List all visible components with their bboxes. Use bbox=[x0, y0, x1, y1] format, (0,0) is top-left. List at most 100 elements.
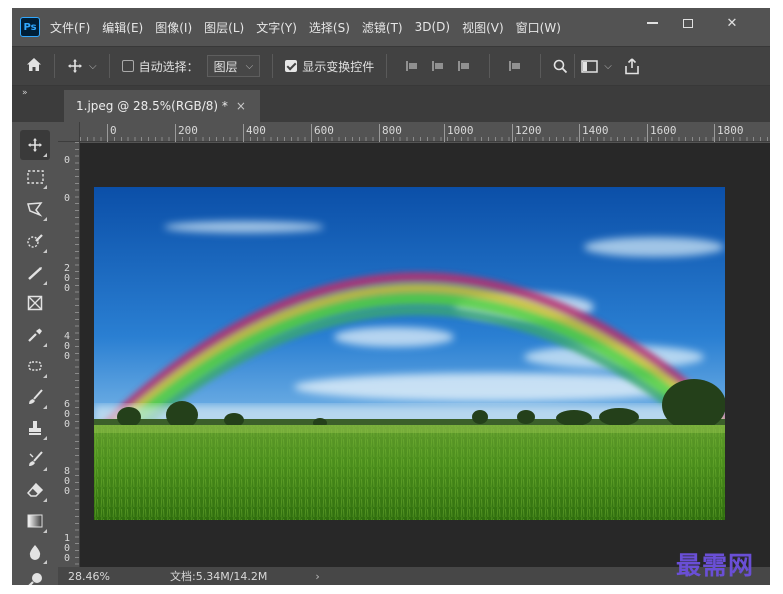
canvas-area[interactable] bbox=[80, 143, 770, 567]
tool-group-indicator bbox=[43, 153, 47, 157]
menu-view[interactable]: 视图(V) bbox=[462, 19, 504, 36]
move-tool[interactable] bbox=[20, 130, 50, 160]
tool-group-indicator bbox=[43, 374, 47, 378]
menu-window[interactable]: 窗口(W) bbox=[516, 19, 561, 36]
ruler-label: 4 0 0 bbox=[64, 331, 71, 362]
frame-tool[interactable] bbox=[20, 288, 50, 318]
history-brush-icon bbox=[28, 451, 43, 466]
menu-3d[interactable]: 3D(D) bbox=[415, 20, 450, 34]
share-icon[interactable] bbox=[624, 57, 640, 75]
lasso-icon bbox=[27, 202, 43, 217]
marquee-icon bbox=[26, 170, 44, 184]
search-icon[interactable] bbox=[553, 59, 568, 74]
separator bbox=[540, 54, 542, 78]
ruler-label: 200 bbox=[175, 124, 198, 142]
ruler-label: 1200 bbox=[512, 124, 542, 142]
ruler-label: 0 bbox=[107, 124, 117, 142]
menu-edit[interactable]: 编辑(E) bbox=[102, 19, 143, 36]
collapse-panels-icon[interactable]: » bbox=[22, 88, 28, 98]
eraser-tool[interactable] bbox=[20, 475, 50, 505]
menu-file[interactable]: 文件(F) bbox=[50, 19, 90, 36]
align-right-icon[interactable] bbox=[458, 59, 470, 73]
tab-document[interactable]: 1.jpeg @ 28.5%(RGB/8) * × bbox=[64, 90, 260, 122]
ruler-label: 1000 bbox=[444, 124, 474, 142]
eraser-icon bbox=[26, 482, 43, 497]
menu-select[interactable]: 选择(S) bbox=[309, 19, 350, 36]
eyedropper-tool[interactable] bbox=[20, 320, 50, 350]
separator bbox=[386, 54, 388, 78]
separator bbox=[108, 54, 110, 78]
ruler-minor-ticks bbox=[75, 142, 79, 567]
dodge-icon bbox=[28, 573, 42, 585]
tool-group-indicator bbox=[43, 405, 47, 409]
stamp-icon bbox=[29, 421, 41, 435]
tool-group-indicator bbox=[43, 560, 47, 564]
tool-group-indicator bbox=[43, 529, 47, 533]
lasso-tool[interactable] bbox=[20, 194, 50, 224]
quick-select-tool[interactable] bbox=[20, 226, 50, 256]
document-size: 文档:5.34M/14.2M bbox=[170, 570, 268, 583]
dodge-tool[interactable] bbox=[20, 565, 50, 585]
ruler-label: 8 0 0 bbox=[64, 466, 71, 497]
options-bar: ⌵ 自动选择： 图层 ⌵ 显示变换控件 ⌵ bbox=[12, 46, 770, 86]
status-menu-chevron-icon[interactable]: › bbox=[315, 570, 319, 583]
ruler-label: 0 bbox=[64, 193, 71, 204]
ruler-minor-ticks bbox=[80, 137, 770, 141]
show-transform-checkbox[interactable] bbox=[285, 60, 298, 72]
eyedropper-icon bbox=[27, 328, 42, 342]
align-center-icon[interactable] bbox=[432, 59, 444, 73]
horizontal-ruler[interactable]: 0 200 400 600 800 1000 1200 1400 1600 18… bbox=[80, 122, 770, 142]
crop-tool[interactable] bbox=[20, 258, 50, 288]
menu-layer[interactable]: 图层(L) bbox=[204, 19, 244, 36]
ruler-corner[interactable] bbox=[58, 122, 80, 142]
ruler-label: 1 0 0 bbox=[64, 533, 71, 564]
gradient-icon bbox=[27, 514, 43, 528]
distribute-icon[interactable] bbox=[509, 59, 521, 73]
zoom-level[interactable]: 28.46% bbox=[68, 570, 158, 583]
layer-select-value: 图层 bbox=[213, 59, 238, 74]
gradient-tool[interactable] bbox=[20, 506, 50, 536]
minimize-button[interactable] bbox=[634, 12, 670, 34]
watermark: 最需网 bbox=[676, 551, 755, 580]
menu-image[interactable]: 图像(I) bbox=[155, 19, 192, 36]
ruler-label: 1400 bbox=[579, 124, 609, 142]
auto-select-checkbox[interactable] bbox=[121, 60, 134, 72]
stamp-tool[interactable] bbox=[20, 413, 50, 443]
blur-tool[interactable] bbox=[20, 537, 50, 567]
move-icon bbox=[28, 138, 42, 152]
home-icon[interactable] bbox=[26, 57, 42, 76]
rainbow-landscape-photo bbox=[94, 187, 725, 520]
menu-type[interactable]: 文字(Y) bbox=[256, 19, 297, 36]
align-left-icon[interactable] bbox=[406, 59, 418, 73]
ps-logo: Ps bbox=[20, 17, 40, 37]
status-bar: 28.46% 文档:5.34M/14.2M › bbox=[58, 567, 770, 585]
ruler-label: 400 bbox=[243, 124, 266, 142]
close-icon[interactable]: × bbox=[236, 99, 246, 113]
tool-group-indicator bbox=[43, 281, 47, 285]
auto-select-label: 自动选择： bbox=[138, 59, 199, 74]
crop-icon bbox=[28, 267, 42, 280]
ruler-label: 6 0 0 bbox=[64, 399, 71, 430]
maximize-button[interactable] bbox=[670, 12, 706, 34]
healing-brush-tool[interactable] bbox=[20, 351, 50, 381]
tool-group-indicator bbox=[43, 217, 47, 221]
brush-icon bbox=[28, 389, 43, 404]
document-tab-bar: » 1.jpeg @ 28.5%(RGB/8) * × bbox=[12, 86, 770, 122]
move-tool-preset[interactable]: ⌵ bbox=[67, 58, 97, 74]
layer-select[interactable]: 图层 ⌵ bbox=[206, 55, 261, 77]
workspace-button[interactable]: ⌵ bbox=[581, 59, 612, 73]
marquee-tool[interactable] bbox=[20, 162, 50, 192]
vertical-ruler[interactable]: 0 0 2 0 0 4 0 0 6 0 0 8 0 0 1 0 0 bbox=[58, 142, 80, 567]
brush-tool[interactable] bbox=[20, 382, 50, 412]
chevron-down-icon: ⌵ bbox=[245, 60, 254, 72]
drop-icon bbox=[29, 545, 41, 560]
document-image[interactable] bbox=[94, 187, 725, 520]
menu-filter[interactable]: 滤镜(T) bbox=[362, 19, 403, 36]
separator bbox=[574, 54, 576, 78]
tool-group-indicator bbox=[43, 467, 47, 471]
close-button[interactable]: ✕ bbox=[714, 12, 750, 34]
tool-group-indicator bbox=[43, 343, 47, 347]
separator bbox=[272, 54, 274, 78]
minimize-icon bbox=[646, 22, 658, 24]
history-brush-tool[interactable] bbox=[20, 444, 50, 474]
